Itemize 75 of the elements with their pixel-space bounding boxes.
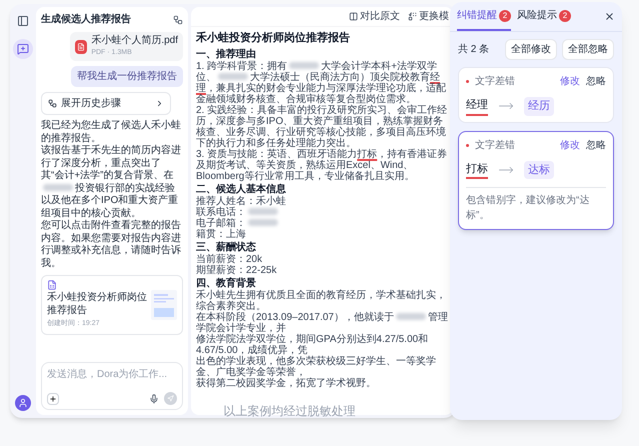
document-text: 籍贯：上海 bbox=[196, 228, 247, 240]
total-count: 共 2 条 bbox=[458, 42, 490, 57]
count-badge: 2 bbox=[559, 10, 571, 22]
document-text: 出色的学业表现，他多次荣获校级三好学生、一等奖学金、广电奖学金等荣誉， bbox=[196, 356, 437, 378]
report-thumbnail-drawing bbox=[151, 290, 177, 320]
file-name: 禾小蛙个人简历.pdf bbox=[91, 35, 178, 48]
suggested-word: 达标 bbox=[524, 160, 554, 179]
document-icon bbox=[47, 280, 57, 290]
original-word: 打标 bbox=[466, 160, 488, 179]
section-heading: 四、教育背景 bbox=[196, 278, 257, 290]
suggested-word: 经历 bbox=[524, 97, 554, 116]
panel-tab[interactable]: 纠错提醒 2 bbox=[457, 2, 511, 31]
panel-toggle-icon bbox=[17, 15, 29, 27]
panel-tab[interactable]: 风险提示 2 bbox=[517, 2, 571, 31]
correction-card[interactable]: 文字差错 修改 忽略 经理 经历 bbox=[458, 67, 614, 122]
swap-icon bbox=[408, 12, 417, 21]
fix-link[interactable]: 修改 bbox=[560, 74, 580, 89]
close-icon[interactable] bbox=[604, 11, 615, 22]
ignore-link[interactable]: 忽略 bbox=[586, 138, 606, 152]
compare-icon bbox=[349, 12, 358, 21]
redacted-text bbox=[43, 184, 73, 192]
plus-icon bbox=[49, 394, 57, 402]
message-text-input[interactable]: 发送消息，Dora为你工作... bbox=[47, 367, 177, 382]
user-avatar-icon[interactable] bbox=[15, 395, 31, 411]
document-text: 当前薪资：20k bbox=[196, 254, 264, 264]
pdf-file-icon bbox=[75, 40, 88, 54]
redacted-text bbox=[218, 73, 248, 80]
document-text: 在本科阶段（2013.09–2017.07），他就读于 管理学院会计学专业，并 bbox=[196, 312, 448, 334]
microphone-icon[interactable] bbox=[149, 394, 159, 404]
section-heading: 二、候选人基本信息 bbox=[196, 184, 287, 196]
document-text: 1. 跨学科背景：拥有 大学会计学本科+法学双学位、 大学法硕士（民商法方向）顶尖院校教育经理，兼具扎实的财会专业能力与深厚法学理论功底，适配金融领域财务核查、合规审核等复合型岗位需求。 bbox=[196, 60, 447, 104]
fix-link[interactable]: 修改 bbox=[560, 138, 580, 152]
caption: 以上案例均经过脱敏处理 bbox=[224, 403, 356, 420]
reply-text: 您可以点击附件查看完整的报告内容。如果您需要对报告内容进行调整或补充信息，请随时告诉我。 bbox=[41, 220, 182, 270]
count-badge: 2 bbox=[499, 10, 511, 22]
toolbar-button[interactable]: 对比原文 bbox=[349, 9, 400, 24]
send-icon bbox=[167, 395, 174, 402]
history-button[interactable]: 展开历史步骤 bbox=[41, 92, 171, 115]
redacted-text bbox=[289, 62, 320, 70]
new-chat-icon bbox=[17, 43, 29, 55]
flow-icon bbox=[48, 99, 57, 108]
bulk-action-button[interactable]: 全部忽略 bbox=[562, 39, 614, 60]
document-text: 2. 实践经验：具备丰富的投行及研究所实习、会审工作经历，深度参与多IPO、重大资产重组项目，熟练掌握财务核查、业务尽调、行业研究等核心技能，多项目高压环境下的执行力和多任务处理能力突出。 bbox=[196, 104, 448, 148]
redacted-text bbox=[248, 219, 278, 226]
document-text: 推荐人姓名：禾小蛙 bbox=[196, 196, 287, 206]
report-title: 禾小蛙投资分析师岗位推荐报告 bbox=[47, 292, 147, 317]
document-text: 3. 资质与技能：英语、西班牙语能力打标，持有香港证券及期货考试、等关资质，熟练运用Excel、Wind、Bloomberg等行业常用工具，专业储备扎且实用。 bbox=[196, 148, 448, 182]
chevron-right-icon bbox=[155, 99, 164, 108]
original-word: 经理 bbox=[466, 97, 488, 116]
toolbar-button[interactable]: 更换模 bbox=[408, 9, 449, 24]
document-text: 电子邮箱： bbox=[196, 218, 448, 228]
add-button[interactable] bbox=[47, 392, 59, 404]
sidebar-button[interactable] bbox=[13, 39, 33, 59]
error-category: 文字差错 bbox=[475, 138, 516, 152]
document-text: 修法学院法学双学位，期间GPA分别达到4.27/5.00和4.67/5.00，成绩优异，凭 bbox=[196, 334, 430, 356]
correction-card[interactable]: 文字差错 修改 忽略 打标 达标 包含错别字，建议修改为“达标”。 bbox=[458, 130, 614, 230]
document-title: 禾小蛙投资分析师岗位推荐报告 bbox=[196, 30, 351, 46]
document-text: 期望薪资：22-25k bbox=[196, 264, 278, 276]
document-text: 联系电话： bbox=[196, 206, 448, 218]
ignore-link[interactable]: 忽略 bbox=[586, 74, 606, 89]
reply-text: 我已经为您生成了候选人禾小蛙的推荐报告。 bbox=[41, 120, 182, 144]
redacted-text bbox=[396, 313, 426, 320]
redacted-text bbox=[248, 208, 278, 216]
section-heading: 一、推荐理由 bbox=[196, 48, 257, 60]
flow-icon[interactable] bbox=[173, 14, 183, 24]
document-text: 禾小蛙先生拥有优质且全面的教育经历，学术基础扎实，综合素养突出。 bbox=[196, 290, 447, 312]
document-text: 获得第二校园奖学金，拓宽了学术视野。 bbox=[196, 378, 377, 388]
reply-text: 该报告基于禾先生的简历内容进行了深度分析，重点突出了其“会计+法学”的复合背景、在 投资银行部的实战经验以及他在多个IPO和重大资产重组项目中的核心贡献。 bbox=[41, 145, 182, 220]
bulk-action-button[interactable]: 全部修改 bbox=[505, 39, 557, 60]
message-input[interactable]: 发送消息，Dora为你工作... bbox=[41, 362, 183, 410]
chat-title: 生成候选人推荐报告 bbox=[41, 12, 131, 27]
suggestion-note: 包含错别字，建议修改为“达标”。 bbox=[466, 187, 606, 223]
error-category: 文字差错 bbox=[475, 74, 516, 89]
user-message: 帮我生成一份推荐报告 bbox=[71, 66, 183, 87]
section-heading: 三、薪酬状态 bbox=[196, 242, 257, 254]
